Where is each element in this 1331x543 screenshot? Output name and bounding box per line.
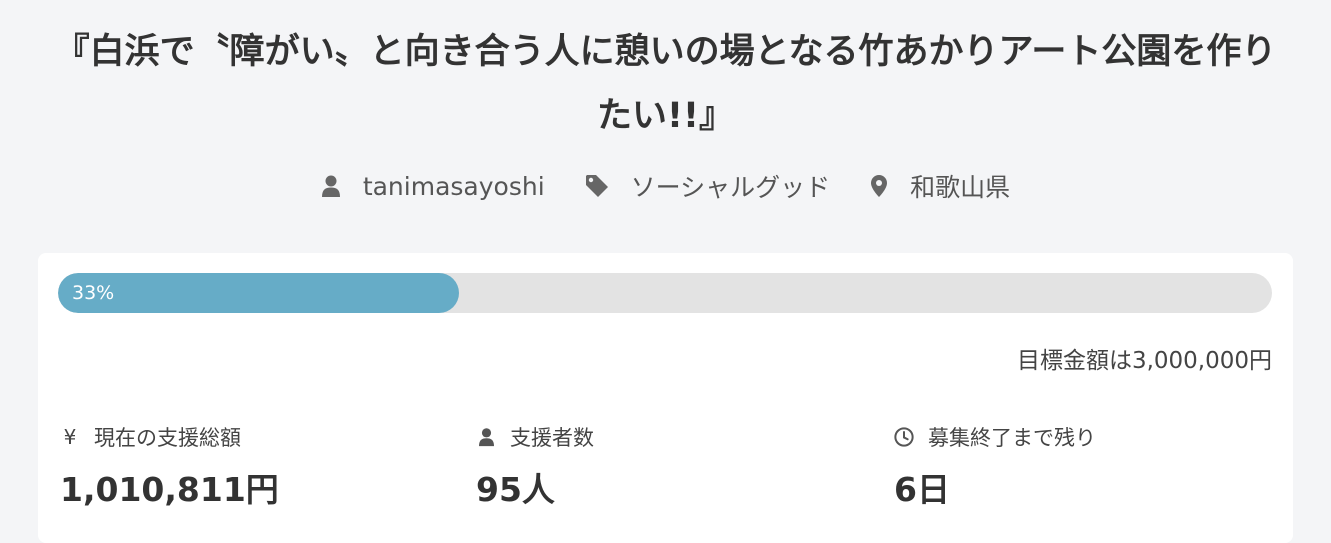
stat-backers-label: 支援者数 xyxy=(510,426,594,450)
user-icon xyxy=(321,175,340,197)
stat-total: ¥ 現在の支援総額 1,010,811円 xyxy=(60,421,279,511)
category-name: ソーシャルグッド xyxy=(630,173,831,202)
stat-total-label: 現在の支援総額 xyxy=(94,426,241,450)
stat-remaining-label-row: 募集終了まで残り xyxy=(894,421,1096,453)
progress-percent: 33% xyxy=(72,282,115,304)
stat-remaining-value: 6日 xyxy=(894,470,950,509)
funding-card: 33% 目標金額は3,000,000円 ¥ 現在の支援総額 1,010,811円… xyxy=(38,253,1293,543)
author-name: tanimasayoshi xyxy=(362,171,545,201)
stat-total-label-row: ¥ 現在の支援総額 xyxy=(60,421,279,453)
project-meta: tanimasayoshi ソーシャルグッド 和歌山県 xyxy=(0,168,1331,204)
stat-backers-value: 95人 xyxy=(476,470,555,509)
stat-remaining: 募集終了まで残り 6日 xyxy=(894,421,1096,511)
progress-fill xyxy=(58,273,459,313)
author-link[interactable]: tanimasayoshi xyxy=(321,172,545,201)
project-title: 『白浜で〝障がい〟と向き合う人に憩いの場となる竹あかりアート公園を作りたい!!』 xyxy=(54,32,1277,136)
stat-backers: 支援者数 95人 xyxy=(476,421,594,511)
location-link[interactable]: 和歌山県 xyxy=(870,168,1010,204)
clock-icon xyxy=(894,426,914,448)
location-pin-icon xyxy=(871,175,888,197)
user-icon xyxy=(476,427,496,447)
yen-icon: ¥ xyxy=(63,425,77,449)
category-link[interactable]: ソーシャルグッド xyxy=(585,168,831,204)
location-name: 和歌山県 xyxy=(910,173,1011,202)
goal-amount: 目標金額は3,000,000円 xyxy=(1016,348,1272,374)
stat-backers-label-row: 支援者数 xyxy=(476,421,594,453)
stat-total-value: 1,010,811円 xyxy=(60,470,279,509)
tag-icon xyxy=(585,175,608,197)
progress-bar: 33% xyxy=(58,273,1272,313)
stat-remaining-label: 募集終了まで残り xyxy=(928,426,1096,450)
